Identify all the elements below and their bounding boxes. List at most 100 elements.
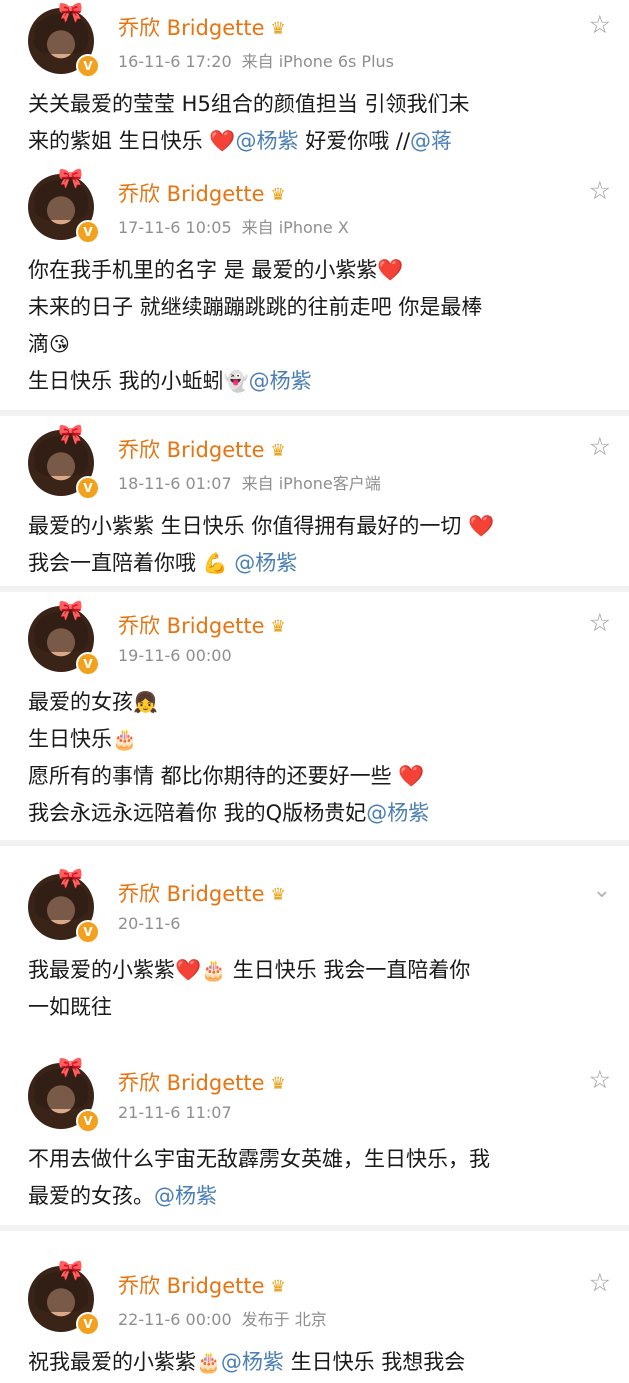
mention-link[interactable]: @杨紫 — [221, 1350, 284, 1374]
username[interactable]: 乔欣 Bridgette ♛ — [118, 178, 286, 208]
username[interactable]: 乔欣 Bridgette ♛ — [118, 1270, 286, 1300]
post-source: 来自 iPhone 6s Plus — [241, 52, 394, 71]
post-meta: 19-11-6 00:00 — [118, 646, 232, 665]
username-text[interactable]: 乔欣 Bridgette — [118, 1274, 265, 1298]
text-segment: 愿所有的事情 都比你期待的还要好一些 — [28, 764, 399, 788]
post-time[interactable]: 16-11-6 17:20 — [118, 52, 232, 71]
username-text[interactable]: 乔欣 Bridgette — [118, 438, 265, 462]
text-segment: 最爱的小紫紫 生日快乐 你值得拥有最好的一切 — [28, 514, 469, 538]
post-meta: 18-11-6 01:07 来自 iPhone客户端 — [118, 470, 381, 494]
post-text: 最爱的女孩👧 生日快乐🎂 愿所有的事情 都比你期待的还要好一些 ❤️ 我会永远永远陪着… — [28, 684, 609, 832]
post-text: 最爱的小紫紫 生日快乐 你值得拥有最好的一切 ❤️ 我会一直陪着你哦 💪 @杨紫 — [28, 508, 609, 582]
post-text-line: 未来的日子 就继续蹦蹦跳跳的往前走吧 你是最棒 — [28, 289, 609, 326]
post-text-line: 最爱的小紫紫 生日快乐 你值得拥有最好的一切 ❤️ — [28, 508, 609, 545]
star-icon[interactable]: ☆ — [589, 434, 611, 460]
post-time[interactable]: 22-11-6 00:00 — [118, 1310, 232, 1329]
chevron-down-icon[interactable]: ⌄ — [593, 878, 611, 904]
mention-link[interactable]: @杨紫 — [228, 551, 297, 575]
username-text[interactable]: 乔欣 Bridgette — [118, 182, 265, 206]
text-segment: 不用去做什么宇宙无敌霹雳女英雄，生日快乐，我 — [28, 1147, 490, 1171]
emoji-icon: 🎂 — [196, 1350, 221, 1374]
verified-badge-icon: V — [76, 652, 100, 676]
post-meta: 20-11-6 — [118, 914, 180, 933]
crown-icon: ♛ — [270, 441, 286, 461]
star-icon[interactable]: ☆ — [589, 1270, 611, 1296]
star-icon[interactable]: ☆ — [589, 1067, 611, 1093]
username[interactable]: 乔欣 Bridgette ♛ — [118, 1067, 286, 1097]
star-icon[interactable]: ☆ — [589, 12, 611, 38]
text-segment: 关关最爱的莹莹 H5组合的颜值担当 引领我们未 — [28, 92, 470, 116]
avatar-decoration-icon: 🎀 — [58, 166, 83, 190]
text-segment: 你在我手机里的名字 是 最爱的小紫紫 — [28, 258, 378, 282]
post-text: 祝我最爱的小紫紫🎂@杨紫 生日快乐 我想我会 — [28, 1344, 609, 1381]
post-source: 来自 iPhone X — [241, 218, 349, 237]
mention-link[interactable]: @杨紫 — [249, 369, 312, 393]
post-meta: 16-11-6 17:20 来自 iPhone 6s Plus — [118, 48, 394, 72]
post-text-line: 一如既往 — [28, 989, 609, 1026]
text-segment: 最爱的女孩 — [28, 690, 133, 714]
text-segment: 我会永远永远陪着你 我的Q版杨贵妃 — [28, 801, 367, 825]
username[interactable]: 乔欣 Bridgette ♛ — [118, 878, 286, 908]
post-text-line: 关关最爱的莹莹 H5组合的颜值担当 引领我们未 — [28, 86, 609, 123]
post-time[interactable]: 17-11-6 10:05 — [118, 218, 232, 237]
text-segment: 生日快乐 — [283, 1350, 382, 1374]
username-text[interactable]: 乔欣 Bridgette — [118, 1071, 265, 1095]
heart-emoji-icon: ❤️ — [398, 764, 425, 788]
text-segment: 未来的日子 就继续蹦蹦跳跳的往前走吧 你是最棒 — [28, 295, 483, 319]
post-text-line: 生日快乐🎂 — [28, 721, 609, 758]
username-text[interactable]: 乔欣 Bridgette — [118, 16, 265, 40]
crown-icon: ♛ — [270, 185, 286, 205]
verified-badge-icon: V — [76, 220, 100, 244]
username[interactable]: 乔欣 Bridgette ♛ — [118, 434, 286, 464]
crown-icon: ♛ — [270, 1074, 286, 1094]
text-segment: 滴 — [28, 332, 49, 356]
text-segment: 我最爱的小紫紫 — [28, 958, 175, 982]
verified-badge-icon: V — [76, 54, 100, 78]
star-icon[interactable]: ☆ — [589, 610, 611, 636]
text-segment: 生日快乐 — [226, 958, 324, 982]
post-time[interactable]: 19-11-6 00:00 — [118, 646, 232, 665]
text-segment: 最爱的女孩。 — [28, 1184, 154, 1208]
post-text-line: 我最爱的小紫紫❤️🎂 生日快乐 我会一直陪着你 — [28, 952, 609, 989]
post-text-line: 生日快乐 我的小蚯蚓👻@杨紫 — [28, 363, 609, 400]
heart-emoji-icon: ❤️ — [209, 129, 236, 153]
avatar-decoration-icon: 🎀 — [58, 866, 83, 890]
mention-link[interactable]: @杨紫 — [236, 129, 299, 153]
emoji-icon: 👧 — [133, 690, 158, 714]
text-segment: 来的紫姐 生日快乐 — [28, 129, 210, 153]
crown-icon: ♛ — [270, 617, 286, 637]
post-time[interactable]: 21-11-6 11:07 — [118, 1103, 232, 1122]
post-text-line: 愿所有的事情 都比你期待的还要好一些 ❤️ — [28, 758, 609, 795]
username[interactable]: 乔欣 Bridgette ♛ — [118, 12, 286, 42]
post-text-line: 我会一直陪着你哦 💪 @杨紫 — [28, 545, 609, 582]
emoji-icon: 💪 — [202, 551, 228, 575]
post-time[interactable]: 20-11-6 — [118, 914, 180, 933]
avatar-decoration-icon: 🎀 — [58, 1055, 83, 1079]
verified-badge-icon: V — [76, 1312, 100, 1336]
heart-emoji-icon: ❤️ — [175, 958, 202, 982]
post-source: 来自 iPhone客户端 — [241, 474, 381, 493]
star-icon[interactable]: ☆ — [589, 178, 611, 204]
post-text-line: 祝我最爱的小紫紫🎂@杨紫 生日快乐 我想我会 — [28, 1344, 609, 1381]
post-meta: 22-11-6 00:00 发布于 北京 — [118, 1306, 327, 1330]
post-text: 不用去做什么宇宙无敌霹雳女英雄，生日快乐，我 最爱的女孩。@杨紫 — [28, 1141, 609, 1215]
mention-link[interactable]: @蒋 — [410, 129, 452, 153]
emoji-icon: 🎂 — [112, 727, 137, 751]
post-text: 你在我手机里的名字 是 最爱的小紫紫❤️ 未来的日子 就继续蹦蹦跳跳的往前走吧 你… — [28, 252, 609, 400]
mention-link[interactable]: @杨紫 — [366, 801, 429, 825]
heart-emoji-icon: ❤️ — [377, 258, 404, 282]
post-text-line: 最爱的女孩。@杨紫 — [28, 1178, 609, 1215]
mention-link[interactable]: @杨紫 — [154, 1184, 217, 1208]
post-text-line: 我会永远永远陪着你 我的Q版杨贵妃@杨紫 — [28, 795, 609, 832]
username[interactable]: 乔欣 Bridgette ♛ — [118, 610, 286, 640]
crown-icon: ♛ — [270, 19, 286, 39]
username-text[interactable]: 乔欣 Bridgette — [118, 614, 265, 638]
username-text[interactable]: 乔欣 Bridgette — [118, 882, 265, 906]
post-text-line: 你在我手机里的名字 是 最爱的小紫紫❤️ — [28, 252, 609, 289]
emoji-icon: 😘 — [49, 332, 70, 356]
avatar-decoration-icon: 🎀 — [58, 422, 83, 446]
post-time[interactable]: 18-11-6 01:07 — [118, 474, 232, 493]
post-source: 发布于 北京 — [241, 1310, 327, 1329]
post-text: 我最爱的小紫紫❤️🎂 生日快乐 我会一直陪着你 一如既往 — [28, 952, 609, 1026]
text-segment: 我想我会 — [381, 1350, 466, 1374]
